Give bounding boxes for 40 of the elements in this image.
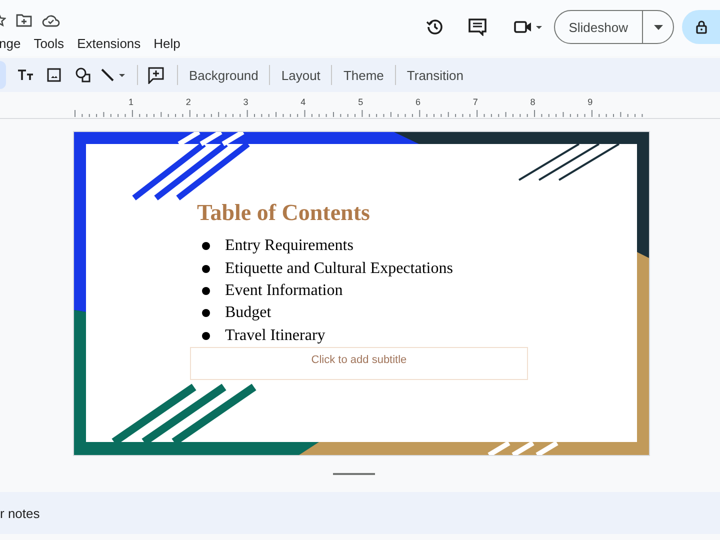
ruler-number: 1 — [128, 97, 134, 107]
share-button[interactable] — [682, 10, 720, 44]
menu-item[interactable]: Extensions — [72, 34, 146, 53]
image-icon[interactable] — [47, 68, 61, 82]
bullet-text[interactable]: Travel Itinerary — [225, 326, 326, 345]
slide-title[interactable]: Table of Contents — [197, 200, 370, 226]
toolbar-button[interactable]: Theme — [337, 64, 390, 86]
toolbar-button[interactable]: Transition — [400, 64, 470, 86]
ruler-number: 5 — [358, 97, 364, 107]
ruler-number: 4 — [300, 97, 306, 107]
menu-item[interactable]: Tools — [28, 34, 70, 53]
folder-icon[interactable] — [16, 13, 32, 27]
toolbar-button[interactable]: Layout — [275, 64, 326, 86]
shapes-icon[interactable] — [75, 67, 91, 83]
cloud-icon[interactable] — [42, 14, 60, 26]
ruler-number: 9 — [588, 97, 593, 107]
toolbar-button[interactable]: Background — [183, 64, 264, 86]
menu-item[interactable]: nge — [0, 34, 26, 53]
lock-icon — [696, 20, 707, 34]
bullet-text[interactable]: Etiquette and Cultural Expectations — [225, 260, 453, 278]
menu-item[interactable]: Help — [148, 34, 186, 53]
comment-icon[interactable] — [468, 18, 488, 36]
history-icon[interactable] — [424, 17, 445, 37]
text-box-icon[interactable] — [16, 69, 34, 81]
ruler-number: 6 — [416, 97, 420, 107]
video-camera-icon[interactable] — [514, 20, 542, 34]
add-comment-icon[interactable] — [148, 66, 164, 84]
bullet-text[interactable]: Budget — [225, 304, 272, 322]
bullet-text[interactable]: Entry Requirements — [225, 237, 354, 256]
subtitle-placeholder[interactable]: Click to add subtitle — [190, 347, 528, 380]
line-icon[interactable] — [100, 68, 128, 82]
ruler-number: 7 — [472, 97, 478, 107]
caret-icon — [654, 24, 662, 30]
bullet-text[interactable]: Event Information — [225, 282, 343, 300]
ruler-number: 3 — [243, 97, 248, 107]
speaker-notes-field[interactable]: r notes — [0, 492, 720, 534]
resize-handle[interactable] — [333, 473, 375, 475]
ruler-number: 2 — [186, 97, 191, 107]
stripes-drawing — [488, 440, 558, 455]
ruler-number: 8 — [530, 97, 536, 107]
